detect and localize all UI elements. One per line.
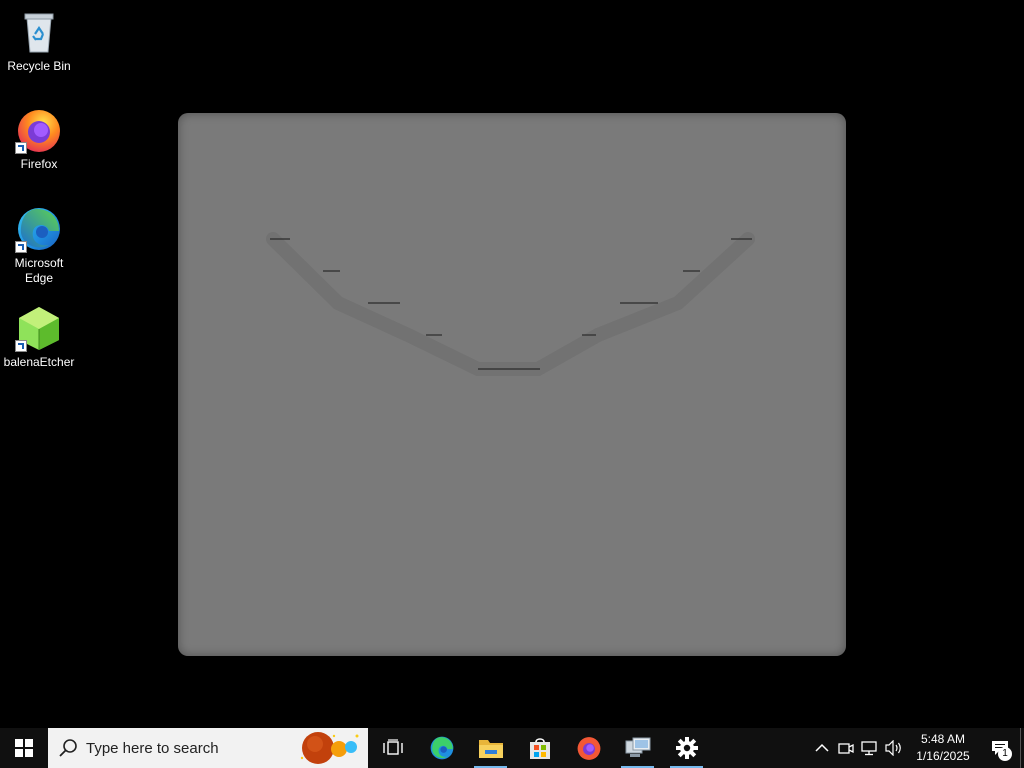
desktop-icon-label: Microsoft Edge [14,256,64,285]
gear-icon [675,737,698,759]
shortcut-arrow-icon [15,340,27,352]
search-box[interactable]: Type here to search [48,728,368,768]
taskbar-file-explorer-button[interactable] [466,728,515,768]
start-button[interactable] [0,728,48,768]
remote-desktop-icon [625,737,650,757]
folder-icon [478,740,503,758]
taskbar: Type here to search 5:48 AM 1/16/2025 1 [0,728,1024,768]
firefox-icon [577,737,600,760]
taskbar-clock[interactable]: 5:48 AM 1/16/2025 [906,731,980,765]
taskbar-settings-button[interactable] [662,728,711,768]
edge-icon [430,736,453,760]
edge-icon [15,205,63,253]
clock-time: 5:48 AM [920,732,966,746]
show-hidden-icons-button[interactable] [810,728,834,768]
taskbar-remote-desktop-button[interactable] [613,728,662,768]
action-center-button[interactable]: 1 [980,728,1020,768]
desktop: Recycle Bin Firefox Microsoft Edge balen… [0,0,1024,728]
tray-meet-button[interactable] [834,728,858,768]
task-view-icon [382,739,403,755]
shortcut-arrow-icon [15,142,27,154]
app-window[interactable] [178,113,846,656]
taskbar-firefox-button[interactable] [564,728,613,768]
desktop-icon-firefox[interactable]: Firefox [1,106,77,172]
taskbar-edge-button[interactable] [417,728,466,768]
desktop-icon-recycle-bin[interactable]: Recycle Bin [1,8,77,74]
windows-logo-icon [15,739,33,757]
task-view-button[interactable] [368,728,417,768]
show-desktop-button[interactable] [1020,728,1024,768]
chevron-up-icon [815,743,829,752]
camera-icon [838,743,854,754]
system-tray: 5:48 AM 1/16/2025 1 [810,728,1024,768]
tray-volume-button[interactable] [882,728,906,768]
search-placeholder: Type here to search [86,739,219,757]
search-highlight-planets-icon [300,732,359,764]
desktop-icon-label: Firefox [20,157,58,171]
desktop-icon-balena-etcher[interactable]: balenaEtcher [1,304,77,370]
desktop-icon-edge[interactable]: Microsoft Edge [1,205,77,286]
firefox-icon [15,106,63,154]
tray-network-button[interactable] [858,728,882,768]
network-icon [861,741,877,756]
search-icon [59,739,77,757]
balena-etcher-icon [15,304,63,352]
volume-icon [885,740,901,756]
desktop-icon-label: Recycle Bin [7,59,71,73]
store-icon [529,738,550,759]
notification-count-badge: 1 [998,747,1012,761]
desktop-icon-label: balenaEtcher [3,355,75,369]
window-artifact-graphic [266,232,755,376]
clock-date: 1/16/2025 [916,749,970,763]
shortcut-arrow-icon [15,241,27,253]
taskbar-store-button[interactable] [515,728,564,768]
recycle-bin-icon [15,8,63,56]
